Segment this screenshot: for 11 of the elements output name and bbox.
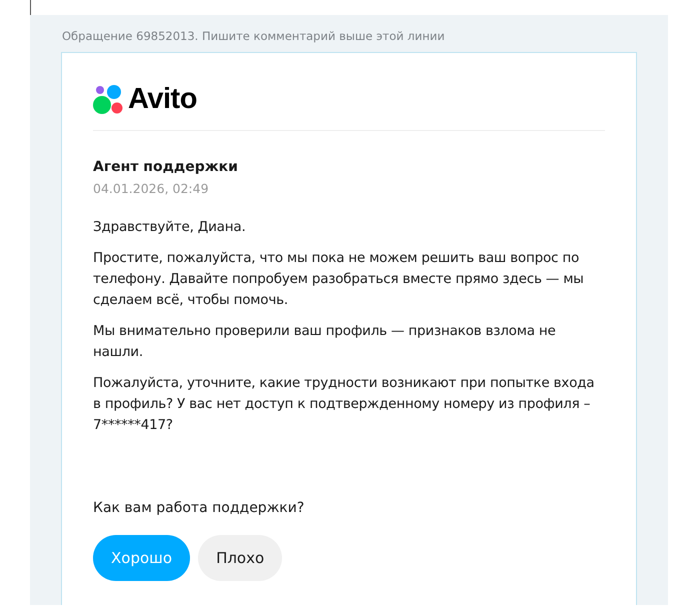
message-date: 04.01.2026, 02:49 <box>93 180 210 198</box>
message-paragraph: Мы внимательно проверили ваш профиль — признаков взлома не нашли. <box>93 322 557 362</box>
author-name: Агент поддержки <box>93 158 239 176</box>
message-paragraph: Пожалуйста, уточните, какие трудности возникают при попытке входа в профиль? У вас нет доступ к подтвержденному номеру из профиля – 7******417? <box>93 374 596 436</box>
bad-button[interactable]: Плохо <box>198 535 282 582</box>
logo-icon <box>93 84 125 116</box>
logo-text: Avito <box>128 85 197 114</box>
ticket-note: Обращение 69852013. Пишите комментарий выше этой линии <box>62 31 446 42</box>
rating-question: Как вам работа поддержки? <box>93 499 306 518</box>
message-paragraph: Здравствуйте, Диана. <box>93 218 247 238</box>
message-paragraph: Простите, пожалуйста, что мы пока не можем решить ваш вопрос по телефону. Давайте попробуем разобраться вместе прямо здесь — мы сделаем всё, чтобы помочь. <box>93 249 585 310</box>
